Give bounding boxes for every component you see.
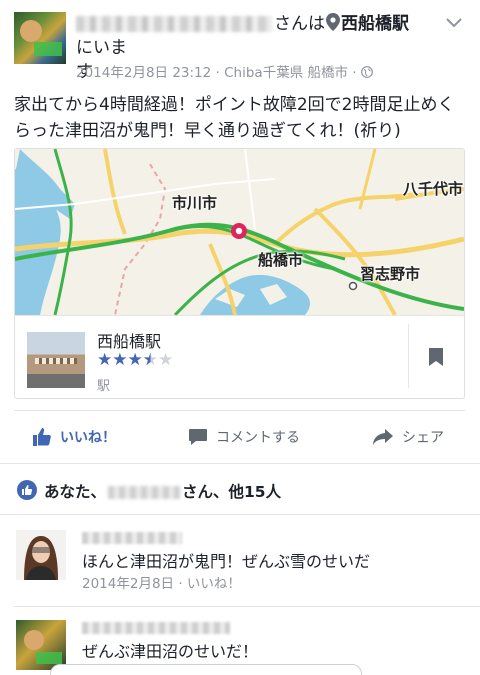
share-label: シェア	[402, 430, 444, 446]
action-bar: いいね！ コメントする シェア	[0, 424, 480, 450]
share-button[interactable]: シェア	[372, 424, 444, 450]
globe-icon	[360, 66, 373, 78]
map-label-funabashi: 船橋市	[258, 251, 304, 269]
like-button[interactable]: いいね！	[32, 424, 116, 450]
likes-prefix: あなた、	[44, 483, 107, 501]
comment-meta[interactable]: 2014年2月8日 · いいね！	[82, 572, 241, 592]
liker-name-redacted[interactable]	[108, 486, 181, 499]
likes-suffix[interactable]: さん、他15人	[182, 483, 281, 501]
like-reaction-icon	[17, 480, 37, 500]
rating-star: ★	[112, 350, 128, 370]
map-preview[interactable]: 市川市 八千代市 船橋市 習志野市	[15, 149, 464, 315]
commenter-avatar[interactable]	[16, 530, 66, 580]
comment-button[interactable]: コメントする	[188, 424, 300, 450]
rating-star-half: ★	[142, 350, 158, 370]
meta-separator: ·	[215, 65, 220, 81]
checkin-place-link[interactable]: 西船橋駅	[341, 14, 409, 34]
map-label-narashino: 習志野市	[360, 265, 421, 283]
rating-star: ★	[127, 350, 143, 370]
post-location[interactable]: Chiba千葉県 船橋市	[224, 65, 348, 81]
divider	[14, 606, 480, 607]
likes-summary[interactable]: あなた、 さん、他15人	[0, 463, 480, 515]
comment-composer-input[interactable]	[50, 664, 362, 675]
commenter-avatar[interactable]	[16, 620, 66, 670]
map-label-ichikawa: 市川市	[172, 194, 218, 212]
place-thumbnail[interactable]	[27, 332, 85, 388]
place-rating: ★★★★★	[97, 350, 173, 370]
post-date[interactable]: 2014年2月8日 23:12	[76, 65, 211, 81]
commenter-name-redacted[interactable]	[82, 532, 182, 544]
meta-separator: ·	[352, 65, 357, 81]
commenter-name-redacted[interactable]	[82, 622, 230, 634]
comment-icon	[189, 429, 207, 445]
place-suffix: にいま	[76, 38, 127, 58]
divider	[14, 410, 465, 411]
post-header: さんは 西船橋駅にいます 2014年2月8日 23:12 · Chiba千葉県 船…	[0, 0, 480, 84]
place-card[interactable]: 市川市 八千代市 船橋市 習志野市 西船橋駅 ★★★★★ 駅	[14, 148, 465, 399]
author-suffix: さんは	[274, 14, 325, 34]
place-info[interactable]: 西船橋駅 ★★★★★ 駅	[15, 315, 464, 398]
comment-item: ほんと津田沼が鬼門！ぜんぶ雪のせいだ 2014年2月8日 · いいね！	[0, 530, 480, 602]
author-avatar[interactable]	[14, 12, 66, 64]
place-category: 駅	[97, 379, 111, 394]
place-name[interactable]: 西船橋駅	[97, 328, 161, 352]
map-graphic	[15, 149, 464, 315]
share-icon	[373, 429, 393, 445]
post-body-text: 家出てから4時間経過！ポイント故障2回で2時間足止めくらった津田沼が鬼門！早く通…	[14, 95, 455, 141]
rating-star: ★	[97, 350, 113, 370]
like-label: いいね！	[60, 430, 116, 446]
likes-text: あなた、 さん、他15人	[44, 480, 281, 502]
post-meta: 2014年2月8日 23:12 · Chiba千葉県 船橋市 ·	[76, 61, 373, 81]
comment-text: ほんと津田沼が鬼門！ぜんぶ雪のせいだ	[82, 552, 371, 571]
map-label-yachiyo: 八千代市	[403, 180, 464, 198]
comment-text: ぜんぶ津田沼のせいだ！	[82, 642, 259, 661]
author-name-redacted[interactable]	[76, 16, 272, 32]
bookmark-icon[interactable]	[428, 347, 444, 367]
chevron-down-icon[interactable]	[446, 18, 462, 28]
thumbs-up-icon	[33, 428, 51, 446]
divider	[408, 324, 409, 388]
comment-label: コメントする	[216, 430, 300, 446]
location-pin-icon	[326, 13, 340, 31]
rating-star: ★	[158, 350, 174, 370]
